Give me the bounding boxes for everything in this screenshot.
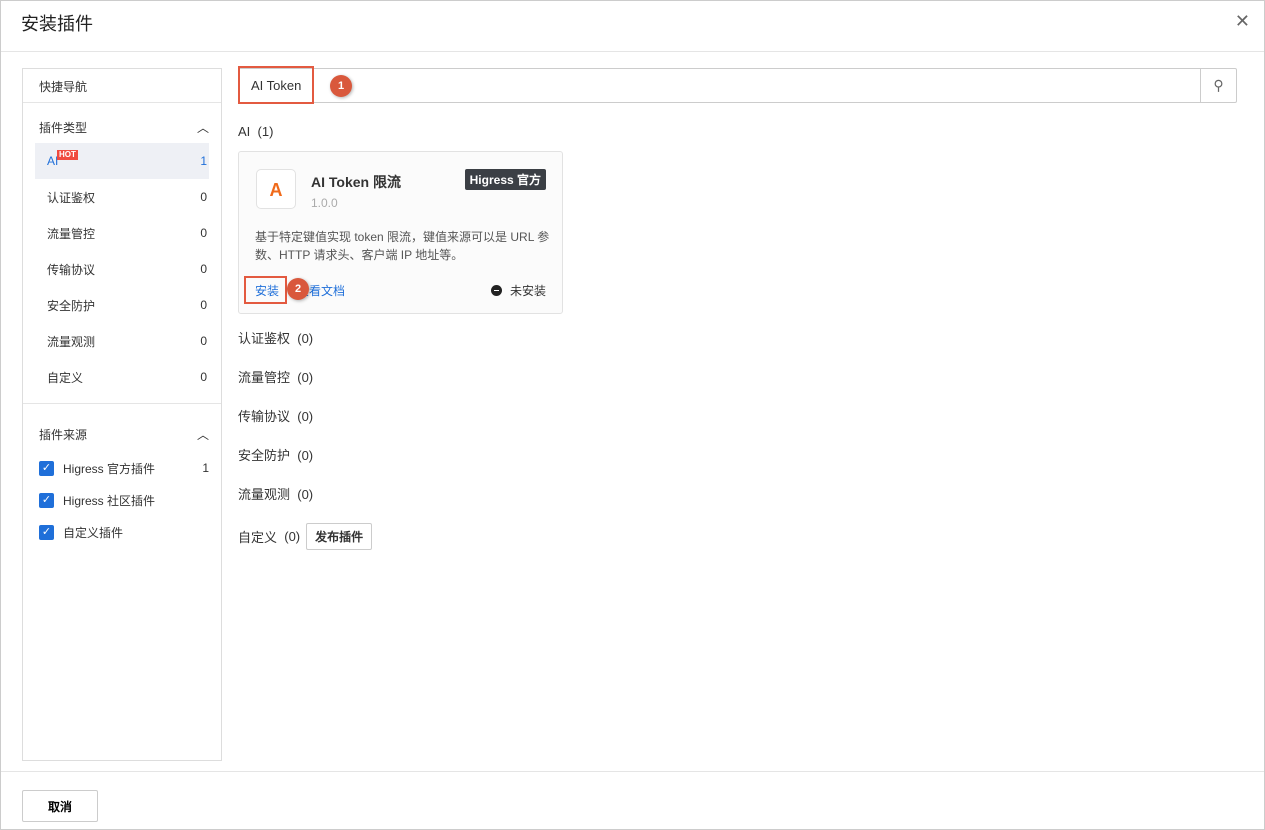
source-section-header[interactable]: 插件来源 ︿ [23,424,221,444]
category-heading: 自定义 (0) 发布插件 [238,523,373,550]
source-checkbox[interactable]: ✓ 自定义插件 [39,516,209,548]
nav-title: 快捷导航 [23,69,221,103]
category-heading: AI (1) [238,124,274,139]
category-heading: 认证鉴权 (0) [238,331,314,346]
plugin-version: 1.0.0 [311,196,338,210]
highlight-box [244,276,287,304]
checkbox-checked-icon[interactable]: ✓ [39,492,54,508]
sidebar: 快捷导航 插件类型 ︿ AI HOT 1 认证鉴权 0 流量管控 0 传输协议 0 安全防护 0 流量观… [22,68,222,761]
search-box: ⚲ [238,68,1237,103]
source-title: 插件来源 [39,427,88,442]
search-icon[interactable]: ⚲ [1200,69,1236,102]
cancel-button[interactable]: 取消 [22,790,98,822]
dialog-title: 安装插件 [21,14,93,34]
chevron-up-icon[interactable]: ︿ [197,119,209,136]
sidebar-type-item[interactable]: 自定义 0 [35,359,209,395]
install-status: 未安装 [490,282,546,299]
sidebar-type-item[interactable]: 流量管控 0 [35,215,209,251]
type-section-header[interactable]: 插件类型 ︿ [23,117,221,137]
search-input[interactable] [239,69,1139,102]
sidebar-type-item[interactable]: 安全防护 0 [35,287,209,323]
divider [1,771,1264,772]
checkbox-checked-icon[interactable]: ✓ [39,460,54,476]
step-badge: 1 [330,75,352,97]
category-heading: 流量观测 (0) [238,487,314,502]
highlight-box [238,66,314,104]
source-checkbox[interactable]: ✓ Higress 社区插件 [39,484,209,516]
minus-circle-icon [490,285,502,296]
plugin-description: 基于特定键值实现 token 限流，键值来源可以是 URL 参数、HTTP 请求… [255,230,550,262]
checkbox-checked-icon[interactable]: ✓ [39,524,54,540]
official-tag: Higress 官方 [464,169,546,190]
hot-badge: HOT [57,150,78,160]
sidebar-type-item[interactable]: AI HOT 1 [35,143,209,179]
category-heading: 流量管控 (0) [238,370,314,385]
close-icon[interactable]: ✕ [1235,11,1250,32]
chevron-up-icon[interactable]: ︿ [197,426,209,443]
plugin-name: AI Token 限流 [311,174,401,190]
category-heading: 传输协议 (0) [238,409,314,424]
sidebar-type-item[interactable]: 流量观测 0 [35,323,209,359]
sidebar-type-item[interactable]: 传输协议 0 [35,251,209,287]
plugin-logo-icon: A [256,169,296,209]
divider [1,51,1264,52]
source-checkbox[interactable]: ✓ Higress 官方插件 1 [39,452,209,484]
category-heading: 安全防护 (0) [238,448,314,463]
plugin-card: A AI Token 限流 1.0.0 Higress 官方 基于特定键值实现 … [238,151,563,314]
type-title: 插件类型 [39,120,88,135]
step-badge: 2 [287,278,309,300]
publish-plugin-button[interactable]: 发布插件 [306,523,373,550]
sidebar-type-item[interactable]: 认证鉴权 0 [35,179,209,215]
